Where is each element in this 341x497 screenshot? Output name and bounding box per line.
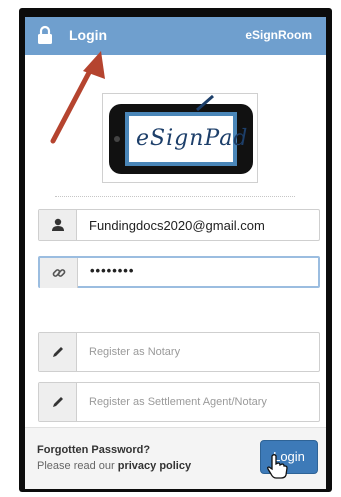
settlement-agent-field[interactable]: Register as Settlement Agent/Notary xyxy=(38,382,320,422)
brand-name: eSignRoom xyxy=(245,28,312,42)
user-icon xyxy=(52,218,64,231)
hand-cursor-icon xyxy=(267,454,288,479)
privacy-line: Please read our privacy policy xyxy=(37,460,191,472)
settlement-placeholder: Register as Settlement Agent/Notary xyxy=(89,396,267,408)
password-field[interactable]: •••••••• xyxy=(38,256,320,288)
logo-text: eSignPad xyxy=(136,126,249,151)
privacy-prefix: Please read our xyxy=(37,460,115,472)
divider xyxy=(55,196,295,197)
notary-field[interactable]: Register as Notary xyxy=(38,332,320,372)
notary-placeholder: Register as Notary xyxy=(89,346,181,358)
header-title: Login xyxy=(69,27,108,43)
password-value: •••••••• xyxy=(90,263,135,278)
email-field[interactable]: Fundingdocs2020@gmail.com xyxy=(38,209,320,241)
settlement-addon xyxy=(39,383,77,421)
login-panel: Login eSignRoom eSignPad Fundingdocs2020… xyxy=(25,17,326,489)
pencil-icon xyxy=(53,397,63,407)
password-addon xyxy=(40,258,78,288)
lock-icon xyxy=(37,25,53,45)
privacy-policy-link[interactable]: privacy policy xyxy=(118,460,191,472)
pencil-icon xyxy=(53,347,63,357)
forgot-password-link[interactable]: Forgotten Password? xyxy=(37,444,150,456)
email-value: Fundingdocs2020@gmail.com xyxy=(89,218,265,233)
link-icon xyxy=(52,269,66,277)
notary-addon xyxy=(39,333,77,371)
esignpad-logo: eSignPad xyxy=(102,93,258,183)
email-addon xyxy=(39,210,77,240)
